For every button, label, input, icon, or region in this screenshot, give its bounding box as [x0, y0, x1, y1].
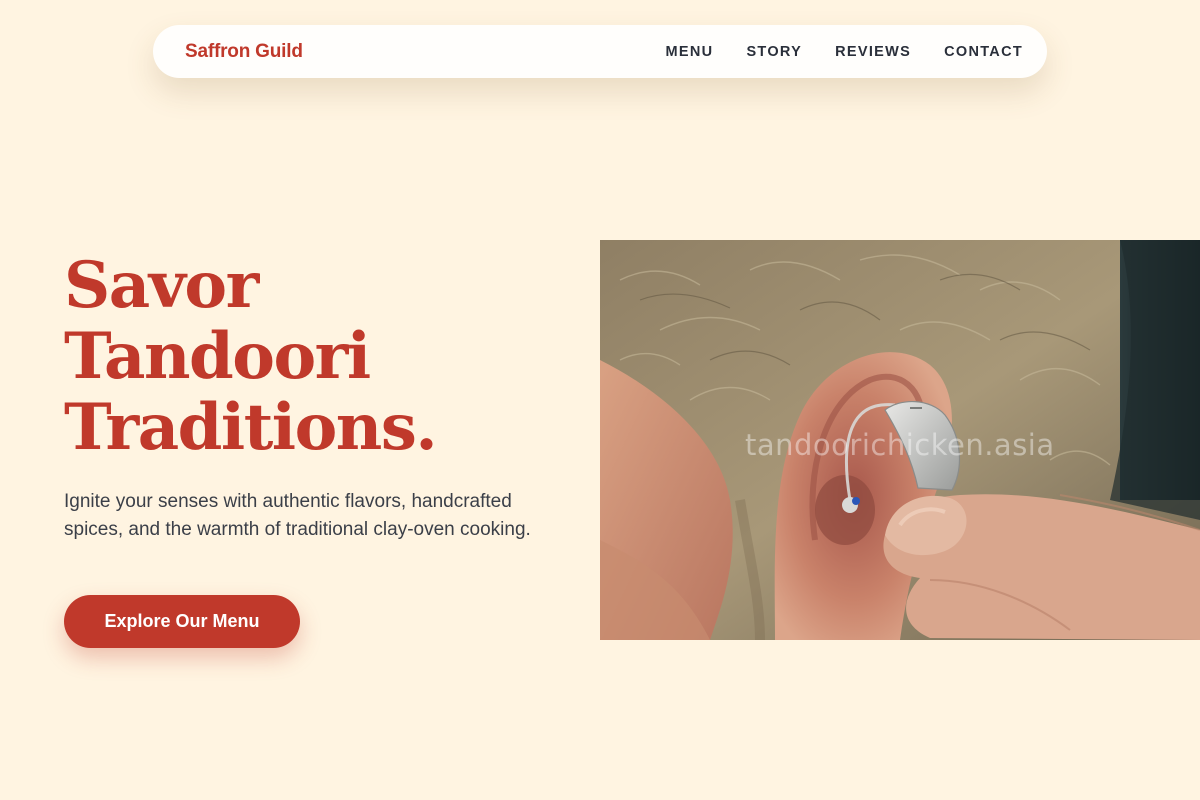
nav-links: MENU STORY REVIEWS CONTACT [666, 43, 1023, 61]
nav-item: STORY [746, 43, 802, 61]
nav-item: MENU [666, 43, 714, 61]
hero-text-section: Savor Tandoori Traditions. Ignite your s… [64, 250, 564, 544]
nav-link-menu[interactable]: MENU [666, 44, 714, 60]
hero-headline: Savor Tandoori Traditions. [64, 250, 564, 463]
nav-link-reviews[interactable]: REVIEWS [835, 44, 911, 60]
brand-logo-link[interactable]: Saffron Guild [185, 41, 303, 63]
hero-image: tandoorichicken.asia [600, 240, 1200, 640]
explore-menu-button[interactable]: Explore Our Menu [64, 595, 300, 648]
top-navigation-bar: Saffron Guild MENU STORY REVIEWS CONTACT [153, 25, 1047, 78]
image-watermark: tandoorichicken.asia [745, 428, 1055, 462]
nav-item: REVIEWS [835, 43, 911, 61]
nav-item: CONTACT [944, 43, 1023, 61]
headline-line-1: Savor [64, 248, 259, 323]
headline-line-3: Traditions. [64, 390, 438, 465]
nav-link-story[interactable]: STORY [746, 44, 802, 60]
nav-link-contact[interactable]: CONTACT [944, 44, 1023, 60]
headline-line-2: Tandoori [64, 319, 371, 394]
hero-tagline: Ignite your senses with authentic flavor… [64, 491, 531, 540]
